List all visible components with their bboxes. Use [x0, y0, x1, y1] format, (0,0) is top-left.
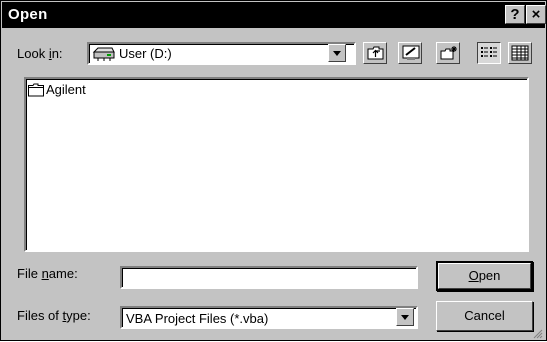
new-folder-button[interactable] [436, 42, 460, 64]
dialog-title: Open [8, 6, 48, 23]
desktop-button[interactable] [398, 42, 422, 64]
title-bar[interactable]: Open ? × [2, 2, 546, 28]
drive-icon [92, 46, 116, 65]
open-button-label: Open [468, 268, 501, 283]
cancel-button-label: Cancel [464, 308, 505, 323]
look-in-value: User (D:) [119, 46, 172, 61]
help-icon: ? [510, 6, 520, 23]
new-folder-icon [440, 45, 458, 64]
cancel-button[interactable]: Cancel [436, 301, 533, 331]
details-view-icon [511, 45, 529, 64]
list-view-icon [480, 45, 498, 64]
details-view-button[interactable] [508, 42, 532, 64]
help-button[interactable]: ? [505, 5, 525, 24]
close-button[interactable]: × [526, 5, 546, 24]
desktop-icon [402, 45, 420, 64]
folder-icon [28, 83, 44, 100]
look-in-label: Look in: [17, 46, 63, 61]
list-item-label: Agilent [46, 82, 86, 97]
open-button[interactable]: Open [436, 261, 533, 291]
up-one-level-button[interactable] [363, 42, 387, 64]
look-in-combo[interactable]: User (D:) [87, 42, 356, 65]
look-in-dropdown-button[interactable] [328, 44, 346, 62]
resize-grip-icon[interactable] [533, 327, 543, 339]
files-of-type-dropdown-button[interactable] [396, 308, 414, 326]
files-of-type-value: VBA Project Files (*.vba) [126, 311, 269, 326]
close-icon: × [531, 6, 541, 23]
list-view-button[interactable] [477, 42, 501, 64]
open-dialog: Open ? × Look in: User (D:) Agilent File… [0, 0, 547, 341]
file-name-label: File name: [17, 266, 78, 281]
file-list[interactable]: Agilent [24, 77, 529, 252]
file-name-input[interactable] [120, 266, 418, 289]
files-of-type-combo[interactable]: VBA Project Files (*.vba) [120, 306, 418, 329]
files-of-type-label: Files of type: [17, 308, 91, 323]
up-one-level-icon [367, 45, 385, 64]
